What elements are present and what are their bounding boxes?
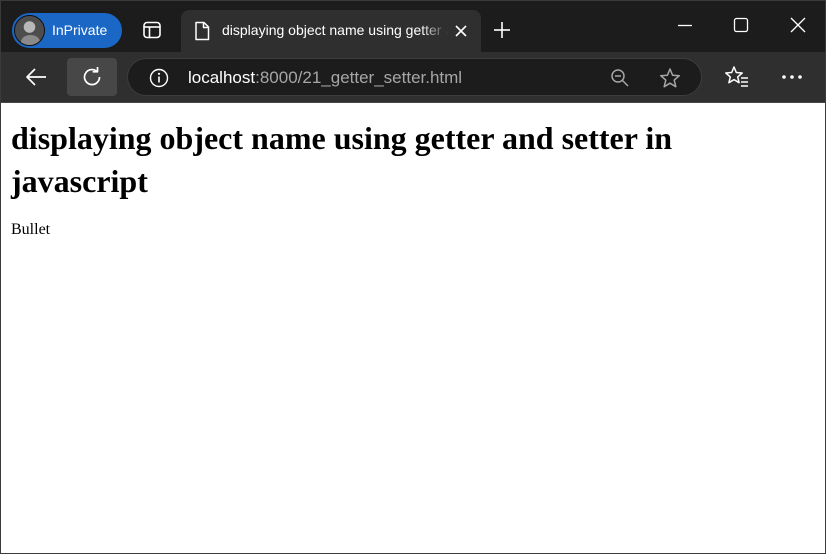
maximize-icon[interactable] [731,15,751,39]
tab-actions-icon[interactable] [141,19,163,41]
page-heading: displaying object name using getter and … [11,120,673,199]
url-host: localhost [188,68,256,87]
title-bar: InPrivate displaying object name using g… [1,1,825,52]
tab-active[interactable]: displaying object name using getter and … [181,10,481,52]
browser-window: InPrivate displaying object name using g… [0,0,826,554]
page-content: displaying object name using getter and … [1,104,825,553]
inprivate-label: InPrivate [52,22,108,38]
more-icon[interactable] [779,64,805,90]
reload-icon[interactable] [67,58,117,96]
zoom-out-icon[interactable] [610,68,630,92]
tab-title: displaying object name using getter and … [222,22,448,38]
info-icon[interactable] [149,68,169,92]
page-icon [193,21,211,45]
minimize-icon[interactable] [675,15,695,39]
profile-avatar [14,15,45,46]
inprivate-profile-button[interactable]: InPrivate [12,13,122,48]
address-bar[interactable]: localhost:8000/21_getter_setter.html [127,58,702,96]
browser-toolbar: localhost:8000/21_getter_setter.html [1,52,825,103]
url-text: localhost:8000/21_getter_setter.html [188,68,462,88]
close-window-icon[interactable] [788,15,808,39]
star-icon[interactable] [659,67,681,93]
url-path: :8000/21_getter_setter.html [255,68,463,87]
output-text: Bullet [11,221,51,238]
plus-icon[interactable] [492,20,512,44]
back-arrow-icon[interactable] [21,64,51,90]
close-icon[interactable] [453,23,469,43]
favorites-icon[interactable] [723,64,751,90]
